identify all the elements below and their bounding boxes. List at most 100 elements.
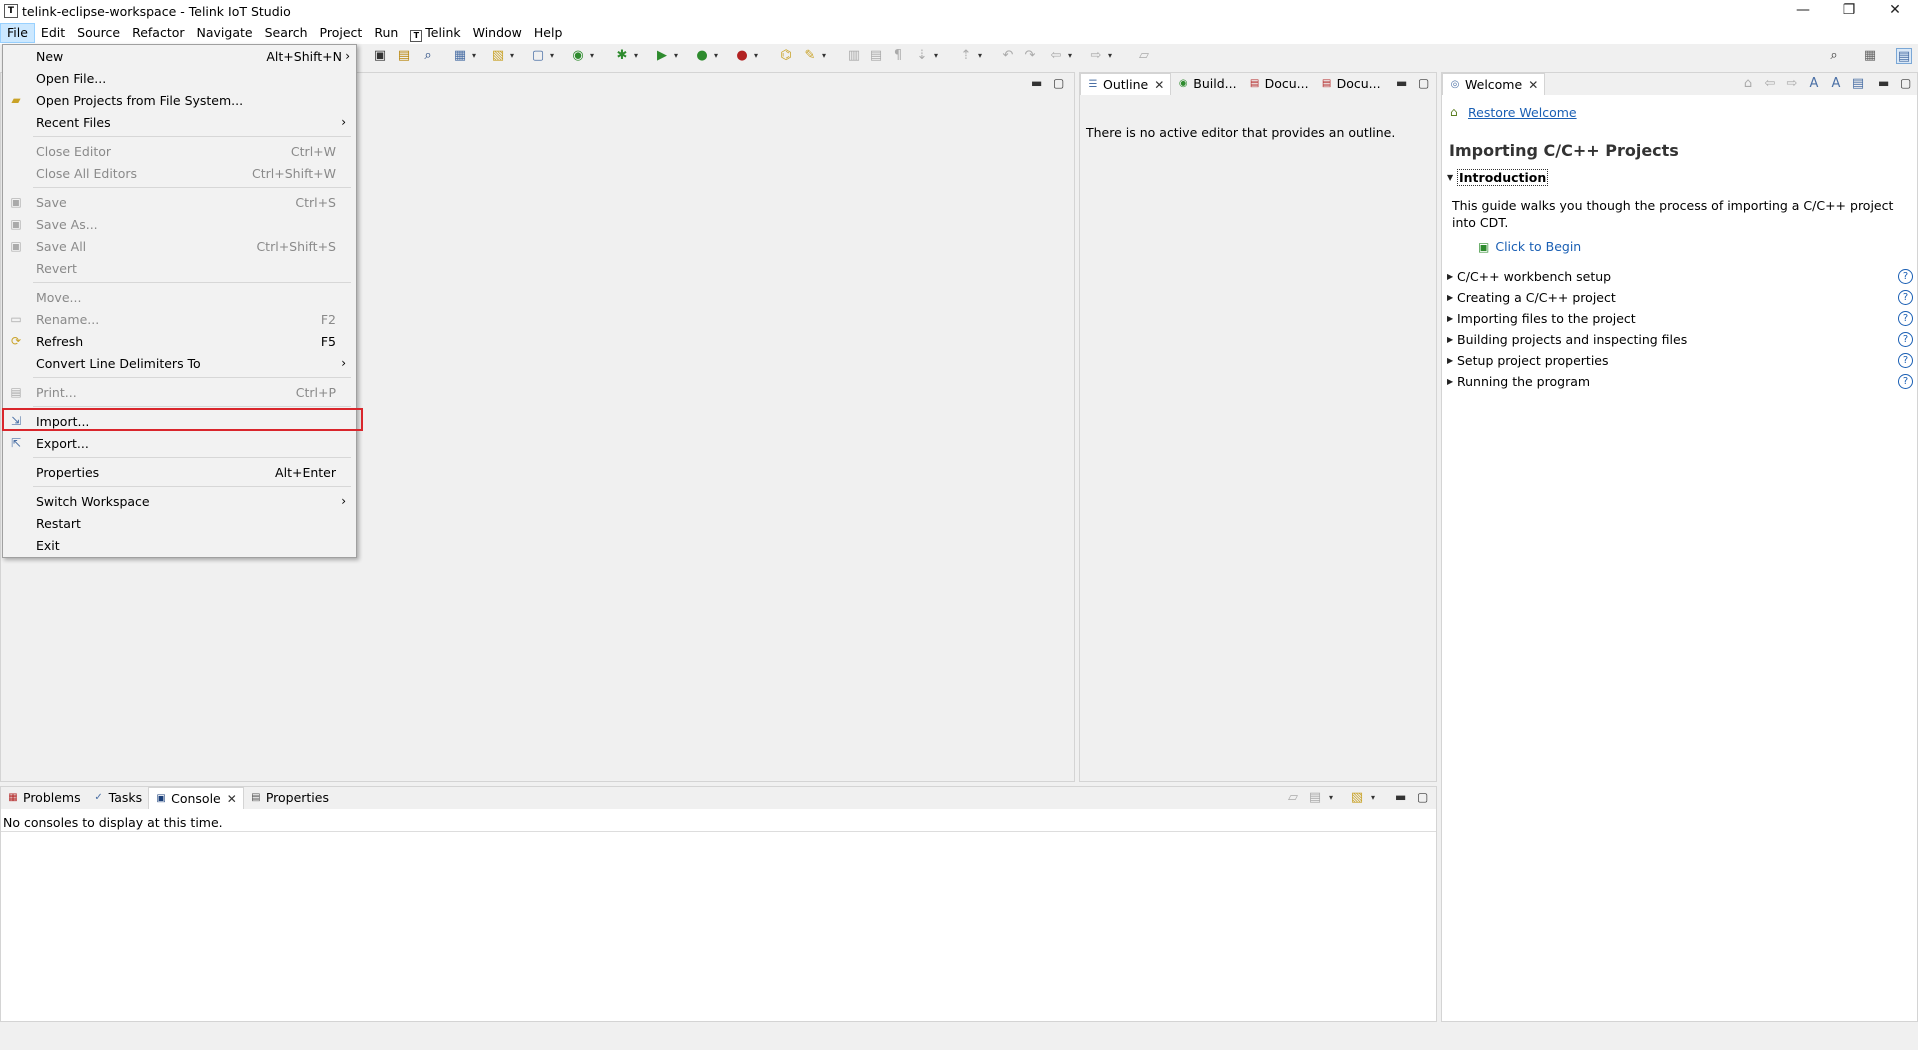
menu-item-save-as[interactable]: ▣ Save As... <box>3 213 356 235</box>
menu-item-rename[interactable]: ▭ Rename... F2 <box>3 308 356 330</box>
tab-properties[interactable]: ▤ Properties <box>244 787 335 809</box>
menu-item-restart[interactable]: Restart <box>3 512 356 534</box>
new-class-dropdown-icon[interactable]: ▾ <box>590 51 598 61</box>
menu-item-exit[interactable]: Exit <box>3 534 356 556</box>
welcome-maximize-icon[interactable]: ▢ <box>1900 76 1911 90</box>
forward-icon[interactable]: ⇨ <box>1088 48 1104 64</box>
next-annotation-dropdown-icon[interactable]: ▾ <box>934 51 942 61</box>
external-tools-dropdown-icon[interactable]: ▾ <box>754 51 762 61</box>
collapse-all-icon[interactable]: ▤ <box>1850 76 1866 92</box>
menu-help[interactable]: Help <box>528 23 569 43</box>
menu-item-export[interactable]: ⇱ Export... <box>3 432 356 454</box>
menu-item-close-editor[interactable]: Close Editor Ctrl+W <box>3 140 356 162</box>
help-icon[interactable]: ? <box>1898 311 1913 326</box>
toggle-mark-icon[interactable]: ▥ <box>846 48 862 64</box>
new-class-icon[interactable]: ◉ <box>570 48 586 64</box>
menu-run[interactable]: Run <box>368 23 404 43</box>
menu-item-switch-workspace[interactable]: Switch Workspace › <box>3 490 356 512</box>
menu-edit[interactable]: Edit <box>35 23 71 43</box>
prev-annotation-icon[interactable]: ⇡ <box>958 48 974 64</box>
search-tool-dropdown-icon[interactable]: ▾ <box>822 51 830 61</box>
next-annotation-icon[interactable]: ⇣ <box>914 48 930 64</box>
menu-source[interactable]: Source <box>71 23 126 43</box>
help-icon[interactable]: ? <box>1898 374 1913 389</box>
menu-telink[interactable]: T Telink <box>404 23 466 43</box>
forward-dropdown-icon[interactable]: ▾ <box>1108 51 1116 61</box>
new-project-icon[interactable]: ▦ <box>452 48 468 64</box>
outline-minimize-icon[interactable]: ▬ <box>1396 76 1407 90</box>
prev-annotation-dropdown-icon[interactable]: ▾ <box>978 51 986 61</box>
menu-window[interactable]: Window <box>467 23 528 43</box>
tab-outline[interactable]: ☰ Outline ✕ <box>1080 73 1172 96</box>
back-icon[interactable]: ⇦ <box>1048 48 1064 64</box>
tab-problems[interactable]: ▦ Problems <box>1 787 87 809</box>
close-icon[interactable]: ✕ <box>227 788 237 810</box>
menu-item-open-projects[interactable]: ▰ Open Projects from File System... <box>3 89 356 111</box>
menu-item-move[interactable]: Move... <box>3 286 356 308</box>
menu-item-save[interactable]: ▣ Save Ctrl+S <box>3 191 356 213</box>
help-icon[interactable]: ? <box>1898 332 1913 347</box>
menu-item-new[interactable]: New Alt+Shift+N › <box>3 45 356 67</box>
topic-running-program[interactable]: ▶ Running the program ? <box>1447 374 1917 389</box>
pin-console-icon[interactable]: ▱ <box>1285 790 1301 806</box>
topic-workbench-setup[interactable]: ▶ C/C++ workbench setup ? <box>1447 269 1917 284</box>
editor-maximize-icon[interactable]: ▢ <box>1053 76 1064 90</box>
menu-item-convert-line-delimiters[interactable]: Convert Line Delimiters To › <box>3 352 356 374</box>
help-icon[interactable]: ? <box>1898 269 1913 284</box>
tab-documentation-1[interactable]: ▤ Docu... <box>1243 73 1315 95</box>
tab-welcome[interactable]: ◎ Welcome ✕ <box>1442 73 1546 96</box>
perspective-cpp-icon[interactable]: ▤ <box>1896 48 1912 64</box>
search-binary-icon[interactable]: ⌕ <box>420 48 436 64</box>
debug-icon[interactable]: ✱ <box>614 48 630 64</box>
restore-button[interactable]: ❐ <box>1826 0 1872 22</box>
search-icon[interactable]: ⌕ <box>1826 48 1842 64</box>
home-icon[interactable]: ⌂ <box>1740 76 1756 92</box>
menu-item-recent-files[interactable]: Recent Files › <box>3 111 356 133</box>
new-folder-dropdown-icon[interactable]: ▾ <box>510 51 518 61</box>
click-to-begin-link[interactable]: ▣ Click to Begin <box>1478 239 1581 254</box>
tab-documentation-2[interactable]: ▤ Docu... <box>1315 73 1387 95</box>
new-file-dropdown-icon[interactable]: ▾ <box>550 51 558 61</box>
last-edit-icon[interactable]: ↶ <box>1000 48 1016 64</box>
topic-project-properties[interactable]: ▶ Setup project properties ? <box>1447 353 1917 368</box>
open-perspective-icon[interactable]: ▦ <box>1862 48 1878 64</box>
terminal-icon[interactable]: ▣ <box>372 48 388 64</box>
block-select-icon[interactable]: ▤ <box>868 48 884 64</box>
back-icon[interactable]: ⇦ <box>1762 76 1778 92</box>
outline-maximize-icon[interactable]: ▢ <box>1418 76 1429 90</box>
debug-dropdown-icon[interactable]: ▾ <box>634 51 642 61</box>
new-file-icon[interactable]: ▢ <box>530 48 546 64</box>
welcome-minimize-icon[interactable]: ▬ <box>1878 76 1889 90</box>
console-maximize-icon[interactable]: ▢ <box>1417 790 1428 804</box>
menu-file[interactable]: File <box>0 23 35 43</box>
pin-editor-icon[interactable]: ▱ <box>1136 48 1152 64</box>
back-dropdown-icon[interactable]: ▾ <box>1068 51 1076 61</box>
topic-creating-project[interactable]: ▶ Creating a C/C++ project ? <box>1447 290 1917 305</box>
open-type-icon[interactable]: ⌬ <box>778 48 794 64</box>
decrease-font-icon[interactable]: A <box>1806 76 1822 92</box>
book-icon[interactable]: ▤ <box>396 48 412 64</box>
console-minimize-icon[interactable]: ▬ <box>1395 790 1406 804</box>
menu-project[interactable]: Project <box>314 23 369 43</box>
close-icon[interactable]: ✕ <box>1154 74 1164 96</box>
restore-welcome-link[interactable]: Restore Welcome <box>1468 105 1577 120</box>
tab-build-targets[interactable]: ◉ Build... <box>1171 73 1242 95</box>
close-icon[interactable]: ✕ <box>1528 74 1538 96</box>
show-whitespace-icon[interactable]: ¶ <box>890 48 906 64</box>
coverage-icon[interactable]: ● <box>694 48 710 64</box>
menu-search[interactable]: Search <box>259 23 314 43</box>
editor-minimize-icon[interactable]: ▬ <box>1031 76 1042 90</box>
menu-refactor[interactable]: Refactor <box>126 23 190 43</box>
open-console-icon[interactable]: ▧ <box>1349 790 1365 806</box>
introduction-section[interactable]: ▼ Introduction <box>1447 169 1549 186</box>
new-folder-icon[interactable]: ▧ <box>490 48 506 64</box>
menu-item-save-all[interactable]: ▣ Save All Ctrl+Shift+S <box>3 235 356 257</box>
tab-tasks[interactable]: ✓ Tasks <box>87 787 149 809</box>
new-project-dropdown-icon[interactable]: ▾ <box>472 51 480 61</box>
menu-item-revert[interactable]: Revert <box>3 257 356 279</box>
menu-item-print[interactable]: ▤ Print... Ctrl+P <box>3 381 356 403</box>
forward-icon[interactable]: ⇨ <box>1784 76 1800 92</box>
increase-font-icon[interactable]: A <box>1828 76 1844 92</box>
run-icon[interactable]: ▶ <box>654 48 670 64</box>
tab-console[interactable]: ▣ Console ✕ <box>148 787 244 809</box>
